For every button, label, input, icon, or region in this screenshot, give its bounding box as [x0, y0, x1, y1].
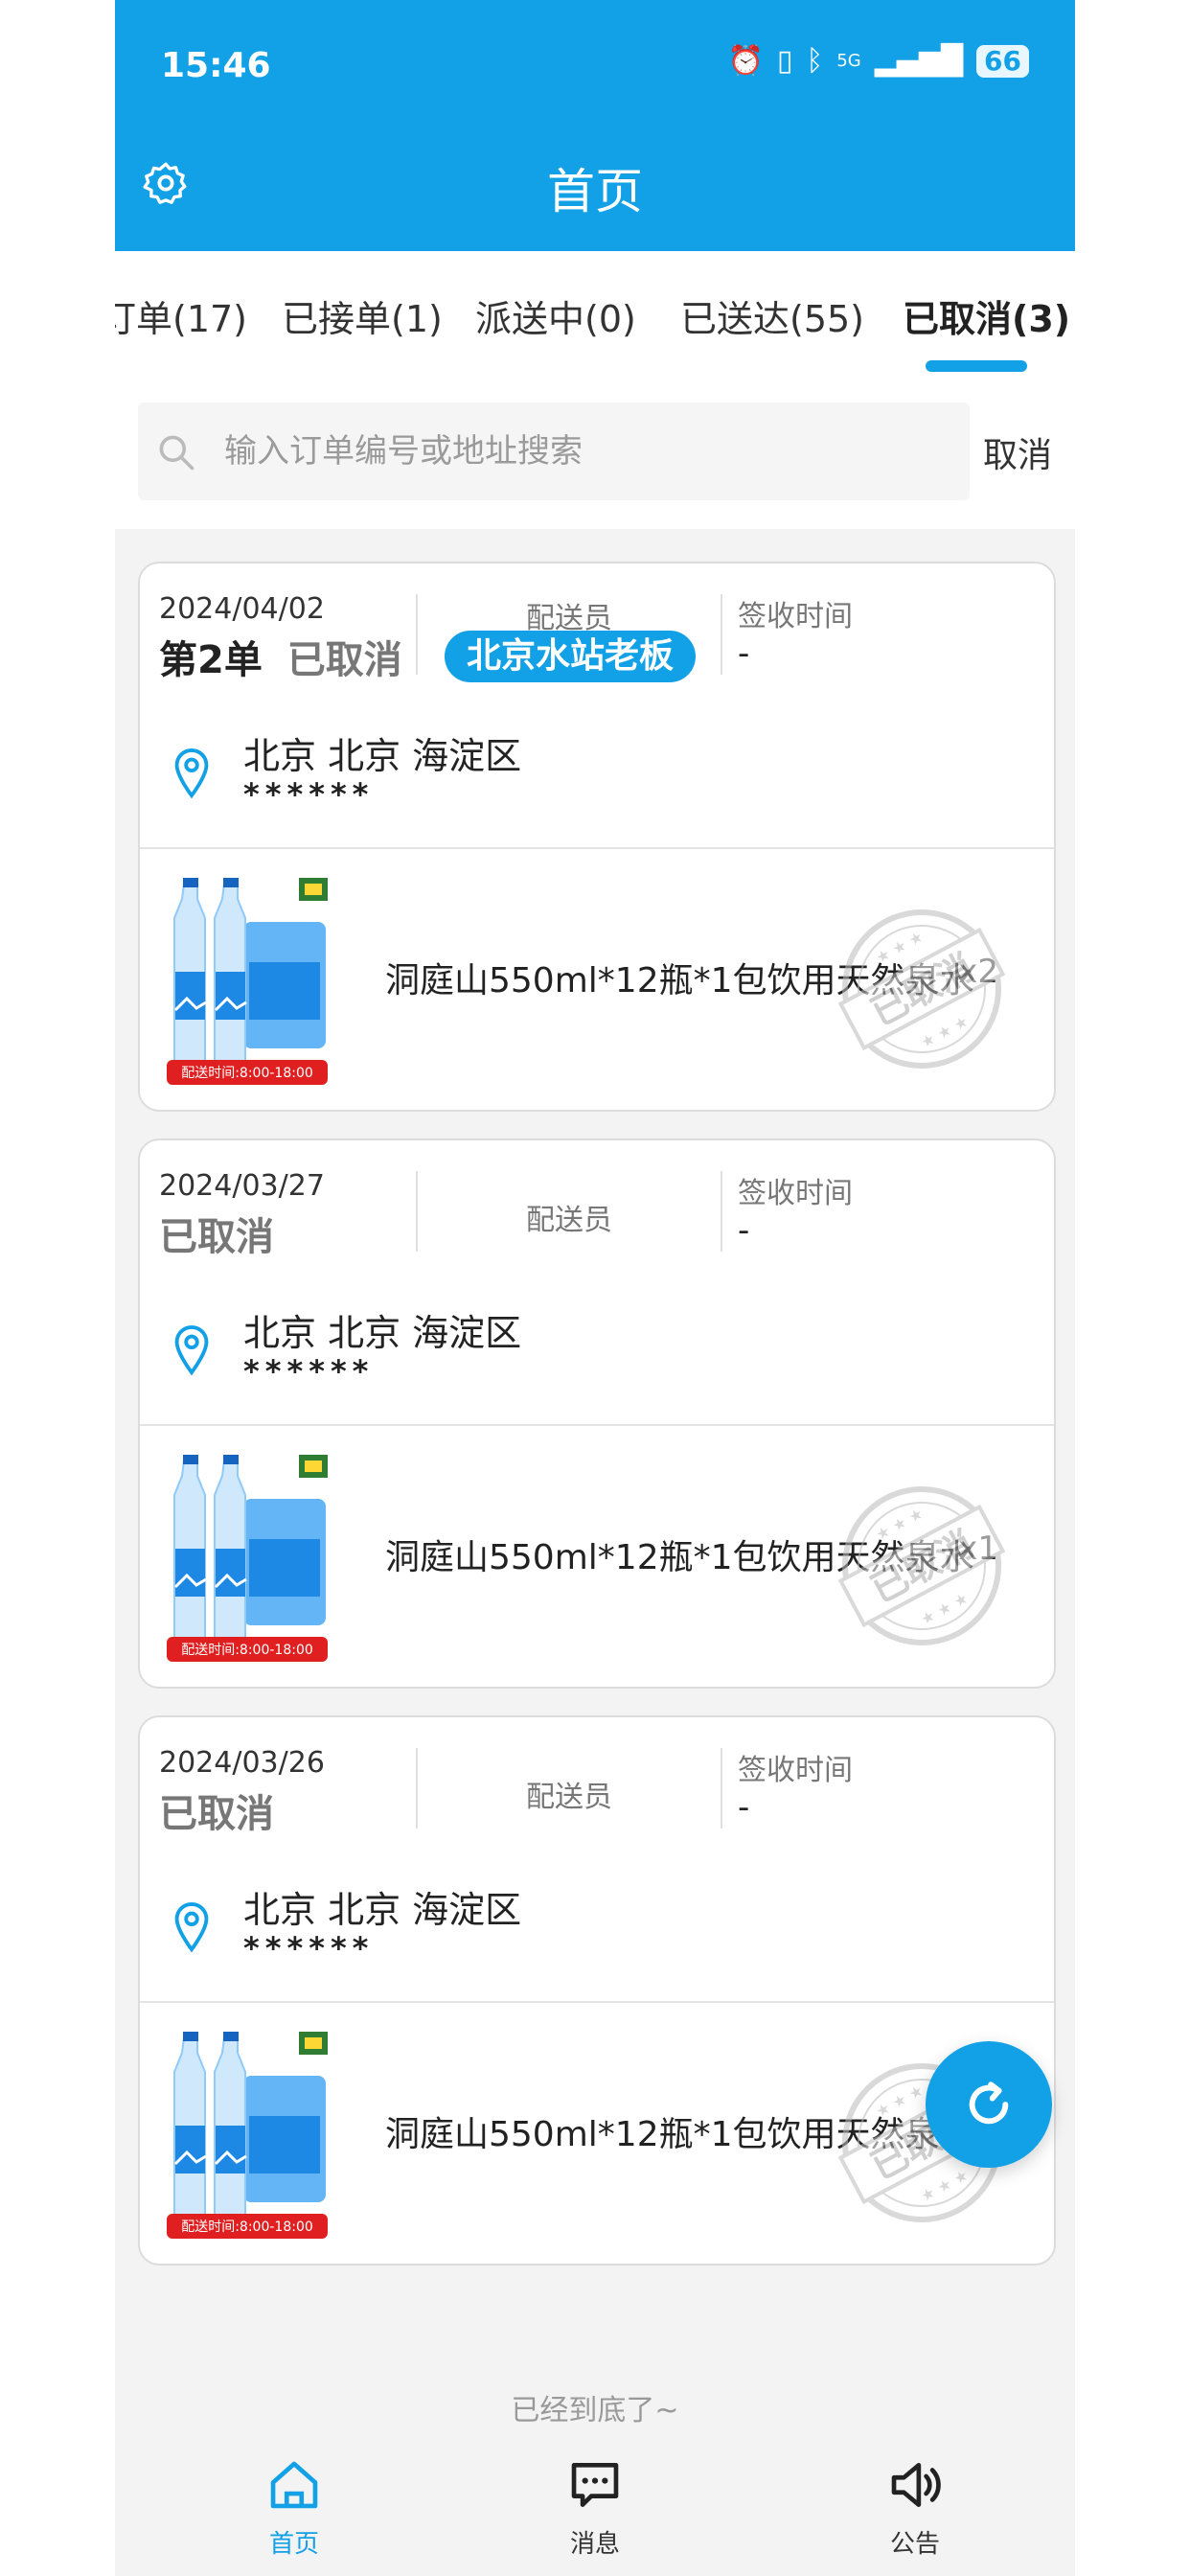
order-status-line: 已取消 [159, 1782, 274, 1838]
vibrate-icon: ▯ [776, 44, 793, 78]
divider [721, 1171, 722, 1252]
app-screen: 15:46 ⏰ ▯ ᛒ 5G ▂▄▆█ 66 首页 订单(17) 已接单(1) … [115, 0, 1075, 2576]
sign-time-label: 签收时间 [738, 1754, 853, 1787]
speaker-icon [891, 2463, 941, 2507]
delivery-address: 北京 北京 海淀区 [243, 1889, 522, 1931]
order-date: 2024/03/26 [159, 1746, 325, 1780]
svg-text:★ ★ ★: ★ ★ ★ [918, 1012, 972, 1052]
tab-delivering[interactable]: 派送中(0) [475, 289, 636, 342]
delivery-address: 北京 北京 海淀区 [243, 1312, 522, 1354]
signal-icon: ▂▄▆█ [874, 44, 964, 78]
order-summary: 2024/04/02 第2单 已取消 配送员 北京水站老板 签收时间 - 北京 … [140, 564, 1054, 849]
list-end-text: 已经到底了~ [511, 2394, 679, 2427]
active-tab-indicator [926, 360, 1027, 372]
tab-all[interactable]: 订单(17) [115, 289, 247, 342]
cancelled-stamp: 已取消 ★ ★ ★ ★ ★ ★ [837, 1486, 1006, 1645]
order-card[interactable]: 2024/04/02 第2单 已取消 配送员 北京水站老板 签收时间 - 北京 … [138, 562, 1056, 1112]
refresh-button[interactable] [926, 2041, 1052, 2168]
delivery-time-badge: 配送时间:8:00-18:00 [181, 1066, 313, 1081]
header: 15:46 ⏰ ▯ ᛒ 5G ▂▄▆█ 66 首页 [115, 0, 1075, 251]
address-detail: ****** [243, 1353, 375, 1390]
nav-messages[interactable]: 消息 [499, 2455, 691, 2560]
sign-time-value: - [738, 634, 750, 673]
home-icon [270, 2461, 318, 2509]
divider [416, 1748, 418, 1828]
divider [721, 1748, 722, 1828]
divider [721, 594, 722, 675]
nav-notices[interactable]: 公告 [819, 2455, 1011, 2560]
page-title: 首页 [547, 164, 643, 219]
divider [416, 594, 418, 675]
order-status-line: 已取消 [159, 1206, 274, 1261]
status-time: 15:46 [161, 46, 271, 85]
order-summary: 2024/03/26 已取消 配送员 签收时间 - 北京 北京 海淀区 ****… [140, 1717, 1054, 2003]
nav-messages-label: 消息 [569, 2530, 620, 2559]
refresh-icon [969, 2082, 1009, 2125]
search-bar: 取消 [115, 395, 1075, 529]
order-status-line: 第2单 已取消 [159, 629, 402, 684]
nav-home[interactable]: 首页 [198, 2455, 390, 2560]
svg-text:★ ★ ★: ★ ★ ★ [918, 1589, 972, 1629]
alarm-icon: ⏰ [727, 44, 764, 78]
water-bottle-image: 配送时间:8:00-18:00 [167, 878, 328, 1085]
water-bottle-image: 配送时间:8:00-18:00 [167, 1455, 328, 1662]
sign-time-value: - [738, 1211, 750, 1250]
delivery-time-badge: 配送时间:8:00-18:00 [181, 2220, 313, 2235]
product-row: 配送时间:8:00-18:00 洞庭山550ml*12瓶*1包饮用天然泉水 x2… [140, 849, 1054, 1108]
divider [416, 1171, 418, 1252]
status-tabs: 订单(17) 已接单(1) 派送中(0) 已送达(55) 已取消(3) [115, 251, 1075, 395]
courier-label: 配送员 [526, 1204, 612, 1237]
tab-accepted[interactable]: 已接单(1) [282, 289, 443, 342]
nav-notices-label: 公告 [889, 2530, 940, 2559]
search-icon [159, 435, 195, 471]
order-status: 已取消 [286, 638, 402, 682]
status-icons: ⏰ ▯ ᛒ 5G ▂▄▆█ 66 [727, 44, 1029, 78]
order-number: 第2单 [159, 638, 263, 682]
order-status: 已取消 [159, 1792, 274, 1836]
delivery-address: 北京 北京 海淀区 [243, 735, 522, 777]
tab-delivered[interactable]: 已送达(55) [680, 289, 864, 342]
address-detail: ****** [243, 1930, 375, 1966]
network-label: 5G [836, 51, 861, 71]
order-card[interactable]: 2024/03/26 已取消 配送员 签收时间 - 北京 北京 海淀区 ****… [138, 1715, 1056, 2266]
courier-name-badge: 北京水站老板 [445, 631, 696, 682]
battery-indicator: 66 [976, 44, 1029, 78]
cancelled-stamp: 已取消 ★ ★ ★ ★ ★ ★ [837, 909, 1006, 1069]
search-box [138, 402, 970, 500]
bottom-nav: 首页 消息 公告 [115, 2442, 1075, 2576]
svg-text:★ ★ ★: ★ ★ ★ [918, 2166, 972, 2206]
location-pin-icon [174, 748, 209, 799]
search-input[interactable] [222, 424, 954, 479]
delivery-time-badge: 配送时间:8:00-18:00 [181, 1643, 313, 1658]
bluetooth-icon: ᛒ [806, 44, 824, 78]
order-date: 2024/03/27 [159, 1169, 325, 1203]
location-pin-icon [174, 1324, 209, 1376]
order-status: 已取消 [159, 1215, 274, 1259]
message-icon [571, 2463, 619, 2507]
location-pin-icon [174, 1901, 209, 1953]
search-cancel-button[interactable]: 取消 [983, 427, 1052, 477]
sign-time-label: 签收时间 [738, 600, 853, 633]
address-detail: ****** [243, 776, 375, 813]
order-date: 2024/04/02 [159, 592, 325, 626]
tab-cancelled[interactable]: 已取消(3) [903, 289, 1070, 342]
courier-label: 配送员 [526, 1781, 612, 1814]
order-card[interactable]: 2024/03/27 已取消 配送员 签收时间 - 北京 北京 海淀区 ****… [138, 1138, 1056, 1689]
product-row: 配送时间:8:00-18:00 洞庭山550ml*12瓶*1包饮用天然泉水 x1… [140, 1426, 1054, 1685]
sign-time-label: 签收时间 [738, 1177, 853, 1210]
order-summary: 2024/03/27 已取消 配送员 签收时间 - 北京 北京 海淀区 ****… [140, 1140, 1054, 1426]
water-bottle-image: 配送时间:8:00-18:00 [167, 2032, 328, 2239]
sign-time-value: - [738, 1788, 750, 1827]
product-row: 配送时间:8:00-18:00 洞庭山550ml*12瓶*1包饮用天然泉水 已取… [140, 2003, 1054, 2262]
nav-home-label: 首页 [268, 2530, 319, 2559]
